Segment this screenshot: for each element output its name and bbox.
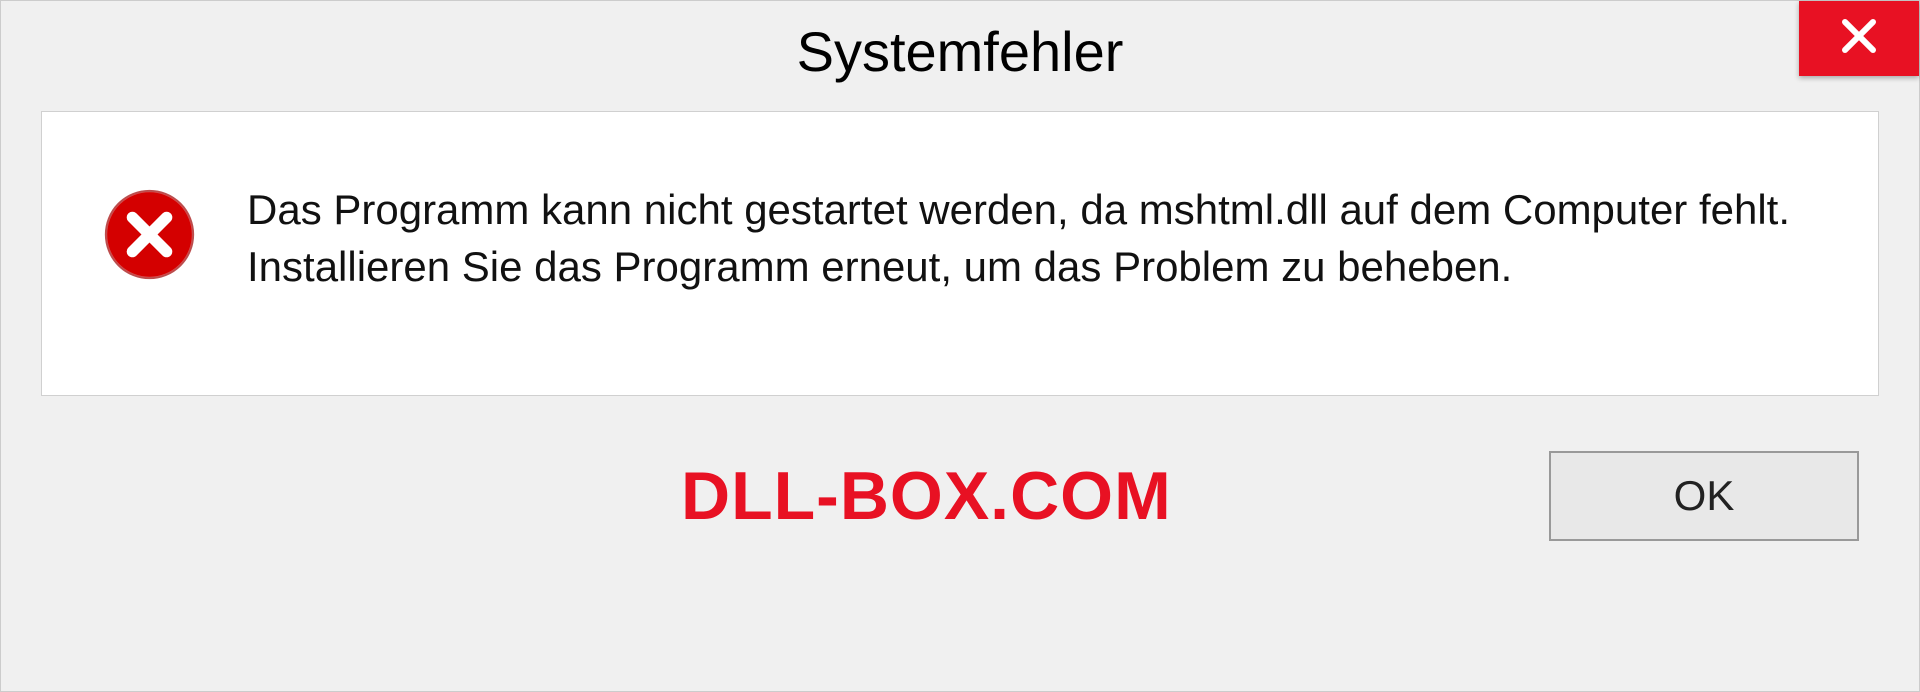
dialog-footer: DLL-BOX.COM OK xyxy=(1,426,1919,566)
close-icon xyxy=(1839,16,1879,61)
watermark-text: DLL-BOX.COM xyxy=(681,457,1172,535)
close-button[interactable] xyxy=(1799,1,1919,76)
error-dialog: Systemfehler Das Programm kann nicht ges… xyxy=(0,0,1920,692)
dialog-title: Systemfehler xyxy=(797,19,1124,84)
error-icon xyxy=(102,187,197,282)
error-message: Das Programm kann nicht gestartet werden… xyxy=(247,182,1818,295)
message-panel: Das Programm kann nicht gestartet werden… xyxy=(41,111,1879,396)
ok-button[interactable]: OK xyxy=(1549,451,1859,541)
titlebar: Systemfehler xyxy=(1,1,1919,101)
